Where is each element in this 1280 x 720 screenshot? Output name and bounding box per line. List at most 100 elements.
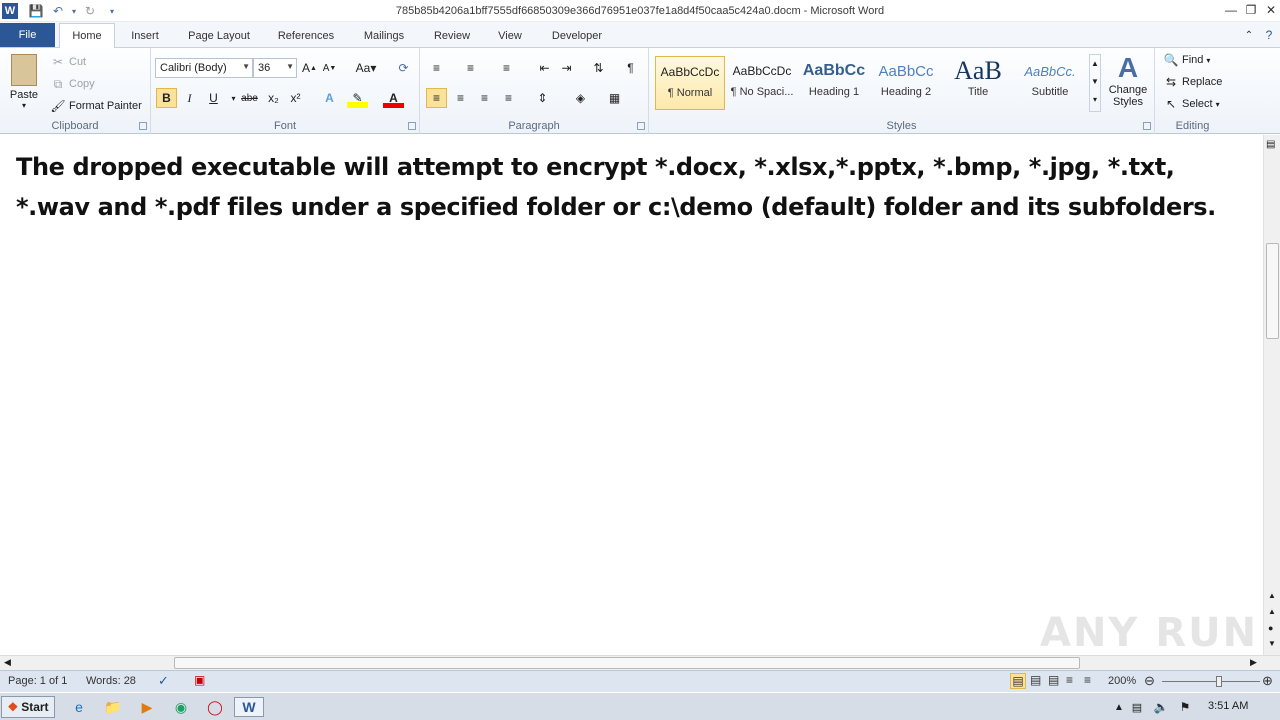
style-subtitle[interactable]: AaBbCc. Subtitle — [1015, 56, 1085, 110]
internet-explorer-icon[interactable]: e — [68, 697, 90, 717]
tab-page-layout[interactable]: Page Layout — [182, 27, 256, 48]
select-button[interactable]: ↖ Select ▾ — [1163, 96, 1220, 112]
clipboard-launcher-icon[interactable] — [139, 122, 147, 130]
superscript-button[interactable]: x² — [285, 88, 306, 108]
chrome-icon[interactable]: ◉ — [170, 697, 192, 717]
proofing-icon[interactable]: ✓ — [158, 673, 169, 689]
clock[interactable]: 3:51 AM — [1208, 700, 1248, 712]
vertical-scrollbar[interactable]: ▤ ▲ ▲ ● ▼ — [1263, 135, 1280, 655]
subscript-button[interactable]: x₂ — [263, 88, 284, 108]
minimize-button[interactable]: — — [1222, 2, 1240, 18]
volume-icon[interactable]: 🔈 — [1150, 697, 1172, 717]
style-normal[interactable]: AaBbCcDc ¶ Normal — [655, 56, 725, 110]
italic-button[interactable]: I — [179, 88, 200, 108]
tab-home[interactable]: Home — [59, 23, 115, 49]
strikethrough-button[interactable]: abe — [239, 88, 260, 108]
clear-formatting-icon[interactable]: ⟳ — [393, 58, 414, 78]
browse-object-icon[interactable]: ● — [1268, 623, 1273, 633]
tab-mailings[interactable]: Mailings — [356, 27, 412, 48]
document-page[interactable]: The dropped executable will attempt to e… — [0, 135, 1263, 655]
shading-icon[interactable]: ◈ — [570, 88, 591, 108]
media-player-icon[interactable]: ▶ — [136, 697, 158, 717]
borders-icon[interactable]: ▦ — [604, 88, 625, 108]
line-spacing-icon[interactable]: ⇕ — [532, 88, 553, 108]
cut-button[interactable]: ✂ Cut — [50, 54, 86, 70]
change-styles-button[interactable]: A Change Styles — [1105, 52, 1151, 108]
paste-button[interactable]: Paste ▾ — [6, 52, 42, 118]
align-center-icon[interactable]: ≡ — [450, 88, 471, 108]
format-painter-button[interactable]: 🖌 Format Painter — [50, 98, 141, 114]
word-count[interactable]: Words: 28 — [86, 675, 136, 687]
tab-developer[interactable]: Developer — [544, 27, 610, 48]
styles-launcher-icon[interactable] — [1143, 122, 1151, 130]
bold-button[interactable]: B — [156, 88, 177, 108]
previous-page-icon[interactable]: ▲ — [1268, 607, 1276, 616]
tab-insert[interactable]: Insert — [124, 27, 166, 48]
bullets-icon[interactable]: ≡ — [426, 58, 447, 78]
document-body-text[interactable]: The dropped executable will attempt to e… — [16, 147, 1246, 227]
page-count[interactable]: Page: 1 of 1 — [8, 675, 67, 687]
help-icon[interactable]: ? — [1260, 27, 1278, 43]
full-screen-reading-icon[interactable]: ▤ — [1030, 673, 1041, 687]
styles-scroll-icon[interactable]: ▲ ▼ ▾ — [1089, 54, 1101, 112]
word-taskbar-icon[interactable]: W — [234, 697, 264, 717]
replace-button[interactable]: ⇆ Replace — [1163, 74, 1222, 90]
zoom-in-icon[interactable]: ⊕ — [1262, 673, 1273, 689]
close-button[interactable]: ✕ — [1262, 2, 1280, 18]
file-explorer-icon[interactable]: 📁 — [102, 697, 124, 717]
style-title[interactable]: AaB Title — [943, 56, 1013, 110]
action-center-flag-icon[interactable]: ⚑ — [1174, 697, 1196, 717]
zoom-slider-thumb[interactable] — [1216, 676, 1222, 687]
zoom-level[interactable]: 200% — [1108, 675, 1136, 687]
font-color-icon[interactable]: A — [383, 88, 404, 108]
change-case-icon[interactable]: Aa▾ — [351, 58, 381, 78]
style-heading-2[interactable]: AaBbCc Heading 2 — [871, 56, 941, 110]
horizontal-scrollbar[interactable]: ◀ ▶ — [0, 655, 1280, 670]
underline-button[interactable]: U — [203, 88, 224, 108]
opera-icon[interactable]: ◯ — [204, 697, 226, 717]
outline-icon[interactable]: ≡ — [1066, 673, 1073, 687]
align-left-icon[interactable]: ≡ — [426, 88, 447, 108]
decrease-indent-icon[interactable]: ⇤ — [534, 58, 555, 78]
scroll-right-icon[interactable]: ▶ — [1250, 657, 1257, 668]
align-right-icon[interactable]: ≡ — [474, 88, 495, 108]
style-heading-1[interactable]: AaBbCc Heading 1 — [799, 56, 869, 110]
increase-indent-icon[interactable]: ⇥ — [556, 58, 577, 78]
web-layout-icon[interactable]: ▤ — [1048, 673, 1059, 687]
tab-file[interactable]: File — [0, 23, 55, 47]
ruler-toggle-icon[interactable]: ▤ — [1266, 139, 1275, 150]
tab-references[interactable]: References — [272, 27, 340, 48]
tab-view[interactable]: View — [492, 27, 528, 48]
tab-review[interactable]: Review — [428, 27, 476, 48]
font-launcher-icon[interactable] — [408, 122, 416, 130]
zoom-slider[interactable] — [1162, 681, 1260, 682]
network-icon[interactable]: ▤ — [1126, 697, 1148, 717]
next-page-icon[interactable]: ▼ — [1268, 639, 1276, 648]
numbering-icon[interactable]: ≡ — [460, 58, 481, 78]
copy-button[interactable]: ⧉ Copy — [50, 76, 95, 92]
shrink-font-icon[interactable]: A ▼ — [319, 58, 340, 78]
scroll-up-icon[interactable]: ▲ — [1268, 591, 1276, 600]
print-layout-icon[interactable]: ▤ — [1010, 673, 1026, 689]
find-button[interactable]: 🔍 Find ▾ — [1163, 52, 1211, 68]
font-family-select[interactable]: Calibri (Body) ▼ — [155, 58, 253, 78]
draft-icon[interactable]: ≡ — [1084, 673, 1091, 687]
vertical-scroll-thumb[interactable] — [1266, 243, 1279, 339]
highlight-icon[interactable]: ✎ — [347, 88, 368, 108]
macro-recording-icon[interactable]: ▣ — [194, 673, 205, 687]
multilevel-list-icon[interactable]: ≡ — [496, 58, 517, 78]
style-no-spacing[interactable]: AaBbCcDc ¶ No Spaci... — [727, 56, 797, 110]
justify-icon[interactable]: ≡ — [498, 88, 519, 108]
zoom-out-icon[interactable]: ⊖ — [1144, 673, 1155, 689]
start-button[interactable]: ❖ Start — [1, 696, 55, 718]
restore-button[interactable]: ❐ — [1242, 2, 1260, 18]
grow-font-icon[interactable]: A ▲ — [299, 58, 320, 78]
font-size-select[interactable]: 36 ▼ — [253, 58, 297, 78]
scroll-left-icon[interactable]: ◀ — [4, 657, 11, 668]
show-marks-icon[interactable]: ¶ — [620, 58, 641, 78]
minimize-ribbon-icon[interactable]: ⌃ — [1240, 27, 1258, 43]
sort-icon[interactable]: ⇅ — [588, 58, 609, 78]
text-effects-icon[interactable]: A — [319, 88, 340, 108]
paragraph-launcher-icon[interactable] — [637, 122, 645, 130]
horizontal-scroll-thumb[interactable] — [174, 657, 1080, 669]
